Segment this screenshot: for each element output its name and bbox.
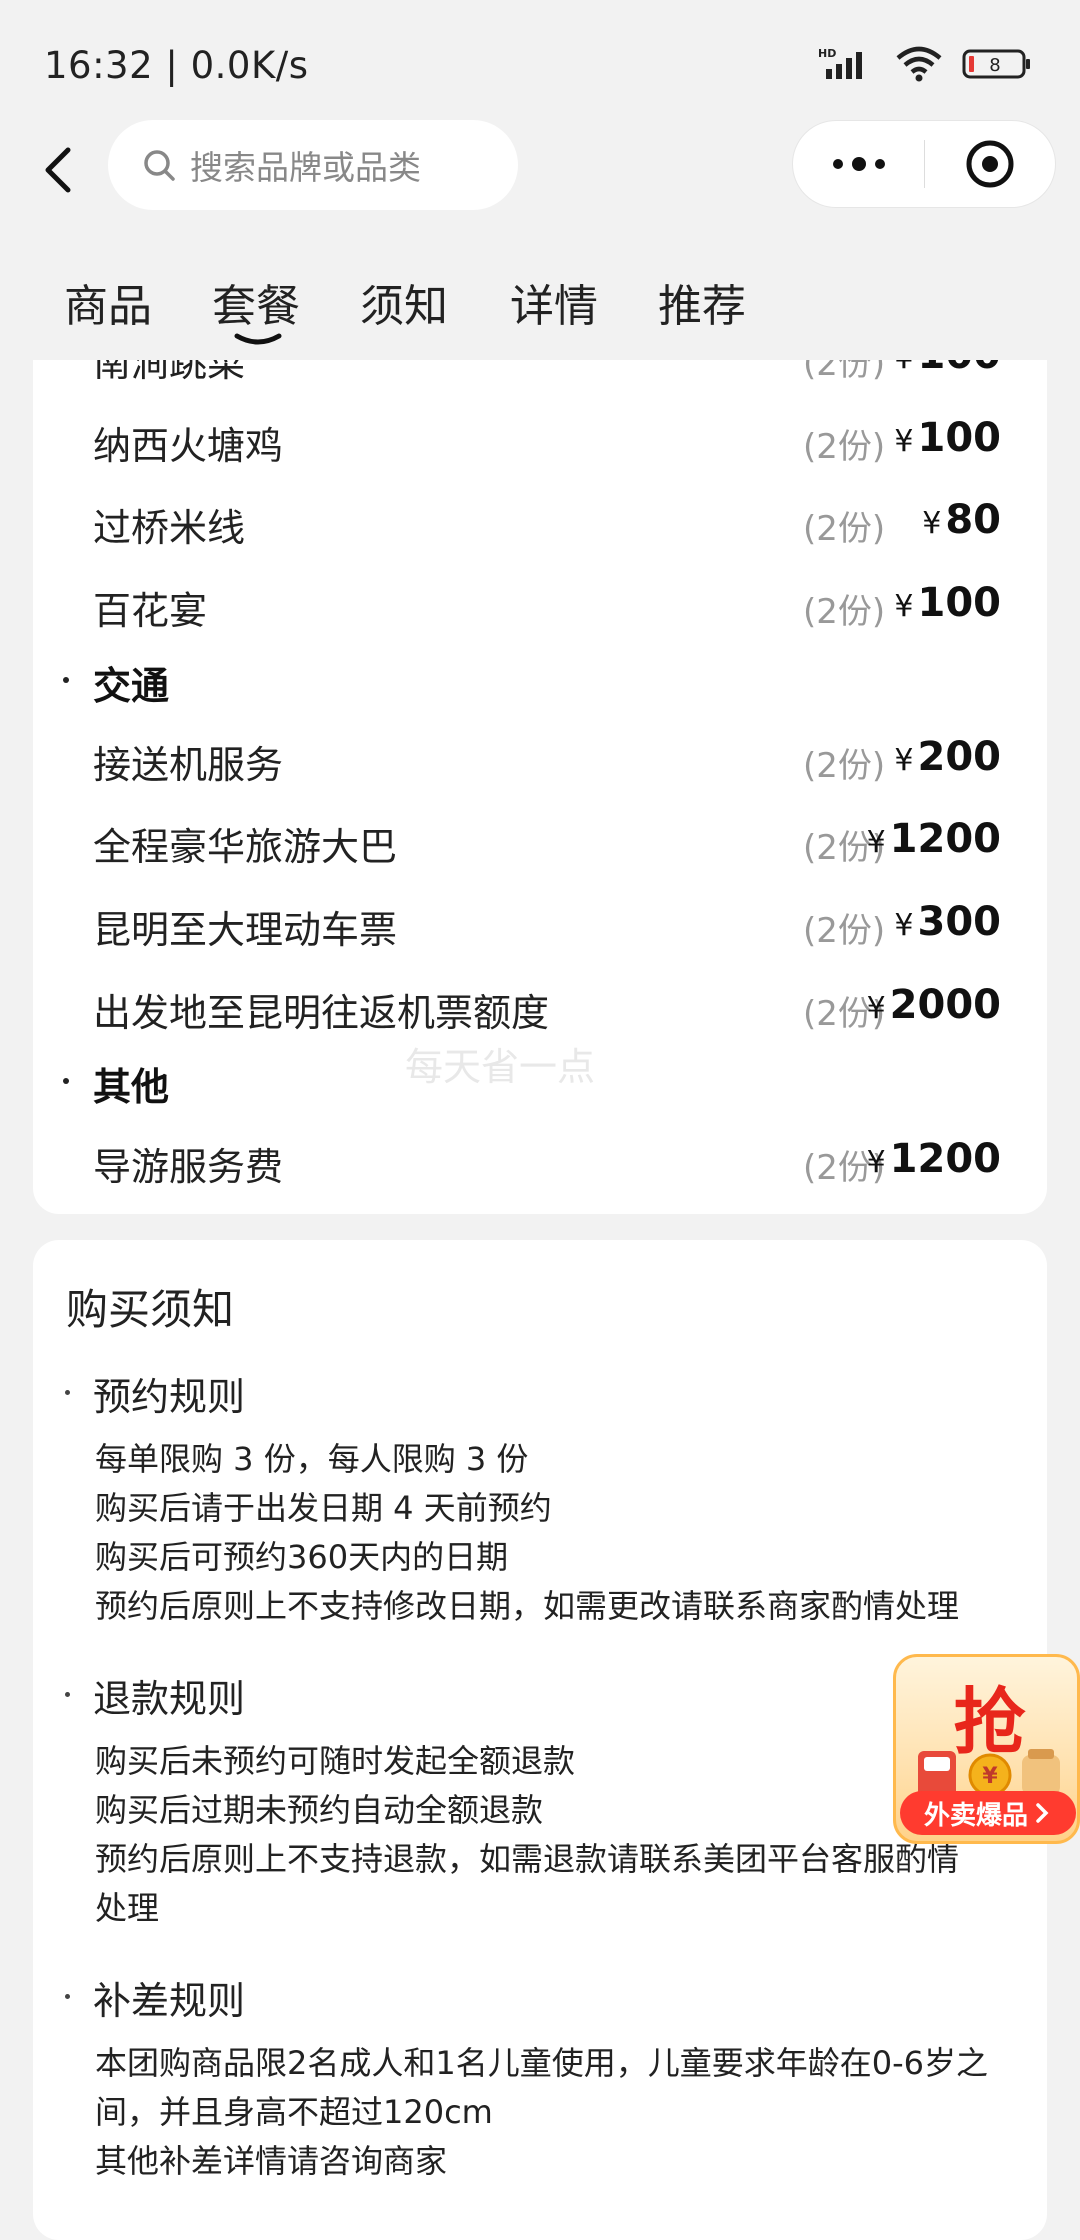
search-input[interactable]: 搜索品牌或品类	[108, 120, 518, 210]
bullet-dot	[65, 1994, 70, 1999]
rule-text: 购买后请于出发日期 4 天前预约	[95, 1489, 552, 1527]
cellular-signal-icon: HD	[818, 47, 876, 81]
close-target-icon	[966, 140, 1014, 188]
item-price: ¥300	[894, 899, 1001, 945]
svg-text:¥: ¥	[982, 1764, 998, 1789]
rule-text: 预约后原则上不支持修改日期，如需更改请联系商家酌情处理	[95, 1587, 960, 1625]
more-button[interactable]	[793, 120, 924, 208]
bullet-dot	[63, 677, 69, 683]
item-qty: (2份)	[803, 360, 886, 384]
svg-text:HD: HD	[818, 47, 836, 60]
item-price: ¥1200	[866, 816, 1001, 862]
tab-products[interactable]: 商品	[64, 270, 152, 334]
rule-text: 处理	[95, 1889, 160, 1927]
item-price: ¥2000	[866, 982, 1001, 1028]
package-item-row: 昆明至大理动车票 (2份) ¥300	[33, 899, 1047, 959]
tab-package[interactable]: 套餐	[212, 270, 300, 334]
bullet-dot	[65, 1390, 70, 1395]
takeout-promo-badge[interactable]: 抢 ¥ 外卖爆品	[893, 1654, 1080, 1844]
package-item-row: 出发地至昆明往返机票额度 (2份) ¥2000	[33, 982, 1047, 1042]
package-item-row: 南涧跳菜 (2份) ¥100	[33, 360, 1047, 392]
package-item-row: 全程豪华旅游大巴 (2份) ¥1200	[33, 816, 1047, 876]
tab-details[interactable]: 详情	[510, 270, 598, 334]
item-name: 百花宴	[93, 589, 208, 633]
package-item-row: 百花宴 (2份) ¥100	[33, 580, 1047, 640]
tab-recommend[interactable]: 推荐	[658, 270, 746, 334]
search-icon	[144, 150, 175, 181]
promo-banner: 外卖爆品	[900, 1791, 1076, 1835]
package-item-row: 过桥米线 (2份) ¥80	[33, 497, 1047, 557]
rule-text: 本团购商品限2名成人和1名儿童使用，儿童要求年龄在0-6岁之	[95, 2044, 988, 2082]
rule-text: 其他补差详情请咨询商家	[95, 2142, 448, 2180]
item-name: 全程豪华旅游大巴	[93, 825, 398, 869]
item-name: 南涧跳菜	[93, 360, 246, 385]
package-item-row: 导游服务费 (2份) ¥1200	[33, 1136, 1047, 1196]
item-price: ¥200	[894, 734, 1001, 780]
active-tab-indicator	[234, 333, 282, 345]
search-placeholder: 搜索品牌或品类	[190, 148, 421, 187]
item-name: 昆明至大理动车票	[93, 908, 398, 952]
more-dots-icon	[832, 159, 843, 169]
item-price: ¥100	[894, 415, 1001, 461]
package-item-row: 接送机服务 (2份) ¥200	[33, 734, 1047, 794]
item-name: 过桥米线	[93, 506, 246, 550]
item-qty: (2份)	[803, 911, 886, 951]
status-icons: HD 8	[818, 46, 1032, 82]
bullet-dot	[65, 1692, 70, 1697]
rule-text: 购买后可预约360天内的日期	[95, 1538, 509, 1576]
status-time: 16:32 | 0.0K/s	[44, 44, 309, 87]
close-button[interactable]	[925, 120, 1055, 208]
battery-level: 8	[989, 55, 1000, 76]
item-name: 纳西火塘鸡	[93, 424, 284, 468]
item-qty: (2份)	[803, 427, 886, 467]
notice-title: 购买须知	[66, 1285, 235, 1334]
back-button[interactable]	[28, 140, 88, 200]
item-qty: (2份)	[803, 746, 886, 786]
item-name: 导游服务费	[93, 1145, 284, 1189]
item-price: ¥100	[894, 580, 1001, 626]
battery-icon: 8	[962, 48, 1032, 80]
rule-text: 间，并且身高不超过120cm	[95, 2093, 493, 2131]
chevron-left-icon	[45, 147, 71, 193]
item-qty: (2份)	[803, 509, 886, 549]
mini-program-capsule	[792, 120, 1056, 208]
nav-bar: 搜索品牌或品类	[0, 120, 1080, 218]
chevron-right-icon	[1036, 1803, 1049, 1823]
item-price: ¥80	[922, 497, 1001, 543]
item-price: ¥100	[894, 360, 1001, 378]
package-item-row: 纳西火塘鸡 (2份) ¥100	[33, 415, 1047, 475]
bullet-dot	[63, 1078, 69, 1084]
section-header-transport: 交通	[33, 655, 1047, 715]
item-price: ¥1200	[866, 1136, 1001, 1182]
tab-notice[interactable]: 须知	[360, 270, 448, 334]
item-name: 出发地至昆明往返机票额度	[93, 991, 550, 1035]
rule-text: 每单限购 3 份，每人限购 3 份	[95, 1440, 529, 1478]
watermark-text: 每天省一点	[405, 1045, 596, 1089]
rule-heading-booking: 预约规则	[33, 1366, 1047, 1426]
wifi-icon	[894, 46, 944, 82]
section-tabs: 商品 套餐 须知 详情 推荐	[0, 240, 1080, 360]
status-bar: 16:32 | 0.0K/s HD 8	[0, 0, 1080, 120]
rule-heading-supplement: 补差规则	[33, 1970, 1047, 2030]
item-qty: (2份)	[803, 592, 886, 632]
item-name: 接送机服务	[93, 743, 284, 787]
promo-box: 抢 ¥ 外卖爆品	[893, 1654, 1080, 1844]
